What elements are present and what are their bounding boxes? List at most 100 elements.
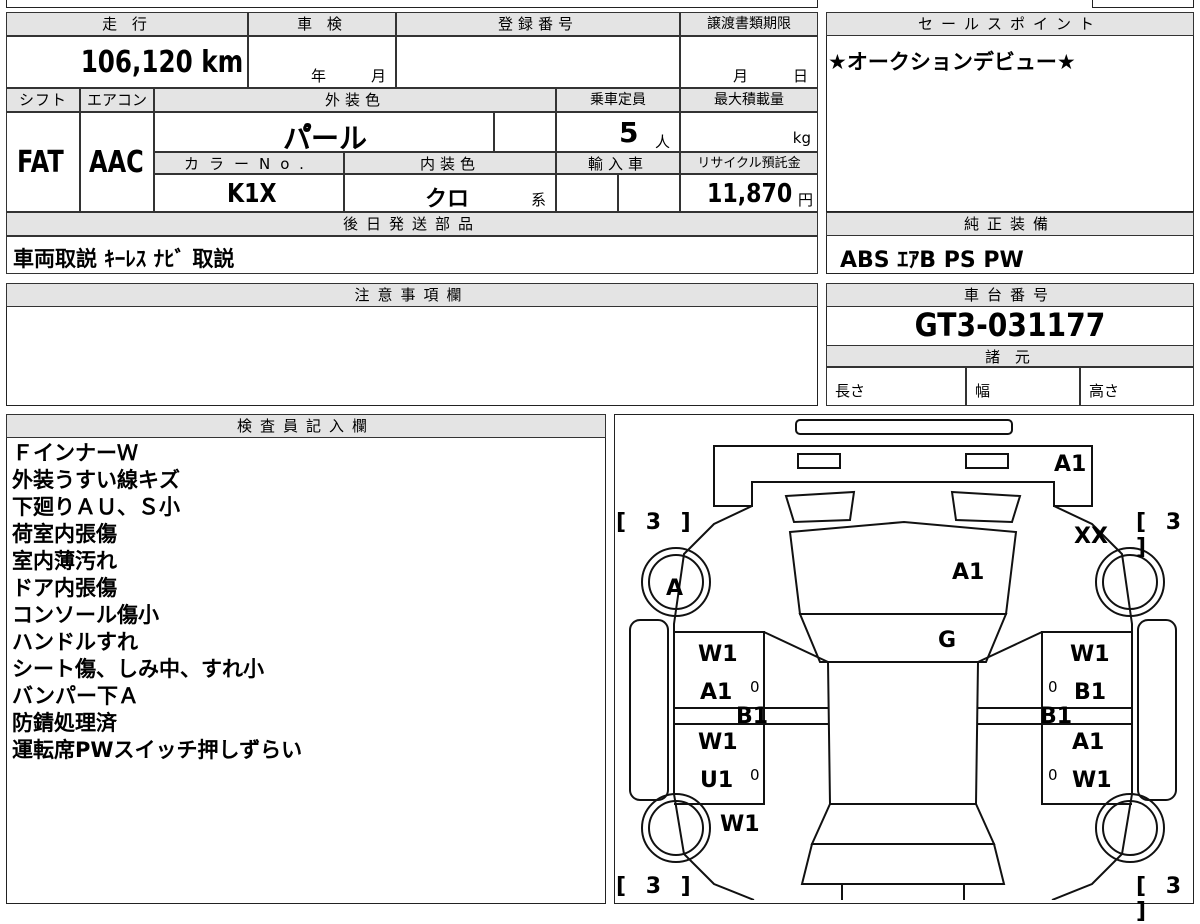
capacity-value: 5 [619, 116, 639, 149]
inspector-line: 運転席PWスイッチ押しずらい [12, 738, 303, 762]
color-no-cell: K1X [154, 174, 344, 212]
genuine-equipment-text: ABS ｴｱB PS PW [840, 248, 1024, 273]
exterior-color-cell: パ゚ール [154, 112, 494, 155]
chassis-value: GT3-031177 [914, 306, 1106, 344]
transfer-month-unit: 月 [733, 67, 749, 85]
mark-small-zero: 0 [1048, 678, 1058, 696]
aircon-cell: AAC [80, 112, 154, 212]
inspection-year-unit: 年 [311, 67, 327, 85]
chassis-header: 車台番号 [826, 283, 1194, 307]
capacity-unit: 人 [655, 133, 671, 151]
specs-height-label: 高さ [1089, 382, 1120, 400]
recycle-fee-cell: 11,870 円 [680, 174, 818, 212]
specs-length-cell: 長さ [826, 367, 966, 406]
later-parts-text: 車両取説 ｷｰﾚｽ ﾅﾋﾞ 取説 [13, 247, 235, 271]
tire-mark-rear-left: [ 3 ] [616, 874, 697, 899]
transfer-day-unit: 日 [793, 67, 809, 85]
mark-l-rdoor-top: W1 [698, 730, 738, 755]
mark-windshield: G [938, 628, 957, 653]
transfer-deadline-header: 譲渡書類期限 [680, 12, 818, 36]
inspection-header: 車 検 [248, 12, 396, 36]
tire-mark-front-right: [ 3 ] [1136, 510, 1188, 560]
interior-color-header: 内装色 [344, 152, 556, 174]
genuine-equipment-header: 純正装備 [826, 212, 1194, 236]
mark-r-rdoor-mid: W1 [1072, 768, 1112, 793]
mark-r-fender-top: W1 [1070, 642, 1110, 667]
color-no-header: カラーNo. [154, 152, 344, 174]
mark-small-zero: 0 [750, 678, 760, 696]
max-load-unit: kg [792, 129, 811, 147]
mark-l-rdoor-mid: U1 [700, 768, 734, 793]
inspector-line: ハンドルすれ [12, 630, 138, 654]
recycle-fee-unit: 円 [797, 191, 813, 209]
mark-front-bumper: A1 [1054, 452, 1087, 477]
mark-l-fender-top: W1 [698, 642, 738, 667]
specs-width-label: 幅 [975, 382, 991, 400]
interior-color-value: クロ [425, 187, 470, 212]
shift-cell: FAT [6, 112, 80, 212]
aircon-header: エアコン [80, 88, 154, 112]
mileage-value: 106,120 km [80, 45, 243, 80]
specs-length-label: 長さ [835, 382, 866, 400]
later-parts-cell: 車両取説 ｷｰﾚｽ ﾅﾋﾞ 取説 [6, 236, 818, 274]
import-cell-a [556, 174, 618, 212]
inspector-line: ドア内張傷 [12, 576, 117, 600]
recycle-fee-header: リサイクル預託金 [680, 152, 818, 174]
mark-r-fender-mid: B1 [1074, 680, 1107, 705]
capacity-header: 乗車定員 [556, 88, 680, 112]
mark-left-wheel-front: A [666, 576, 684, 601]
sales-point-header: セールスポイント [826, 12, 1194, 36]
mileage-cell: 106,120 km [6, 36, 248, 88]
mark-front-right: XX [1074, 524, 1108, 549]
mark-small-zero: 0 [750, 766, 760, 784]
shift-value: FAT [17, 145, 64, 180]
sales-point-text: ★オークションデビュー★ [828, 50, 1076, 74]
import-header: 輸入車 [556, 152, 680, 174]
aircon-value: AAC [89, 145, 144, 180]
mark-small-zero: 0 [1048, 766, 1058, 784]
mileage-header: 走 行 [6, 12, 248, 36]
inspector-line: 下廻りＡＵ、Ｓ小 [12, 495, 180, 519]
inspector-lines: ＦインナーＷ 外装うすい線キズ 下廻りＡＵ、Ｓ小 荷室内張傷 室内薄汚れ ドア内… [12, 440, 302, 764]
top-strip-right [1092, 0, 1194, 8]
inspector-line: 荷室内張傷 [12, 522, 117, 546]
tire-mark-rear-right: [ 3 ] [1136, 874, 1188, 924]
tire-mark-front-left: [ 3 ] [616, 510, 697, 535]
inspection-month-unit: 月 [371, 67, 387, 85]
notes-header: 注意事項欄 [6, 283, 818, 307]
mark-r-rdoor-top: A1 [1072, 730, 1105, 755]
mark-l-sill: B1 [736, 704, 769, 729]
max-load-header: 最大積載量 [680, 88, 818, 112]
mark-l-fender-mid: A1 [700, 680, 733, 705]
max-load-cell: kg [680, 112, 818, 152]
specs-header: 諸 元 [826, 345, 1194, 367]
mark-r-sill: B1 [1040, 704, 1073, 729]
inspector-line: バンパー下Ａ [12, 684, 140, 708]
capacity-cell: 5 人 [556, 112, 680, 152]
inspector-line: ＦインナーＷ [12, 441, 138, 465]
inspector-line: 防錆処理済 [12, 711, 117, 735]
inspector-line: シート傷、しみ中、すれ小 [12, 657, 264, 681]
exterior-color-header: 外装色 [154, 88, 556, 112]
later-parts-header: 後日発送部品 [6, 212, 818, 236]
recycle-fee-value: 11,870 [707, 179, 793, 209]
transfer-deadline-cell: 月 日 [680, 36, 818, 88]
inspector-line: 室内薄汚れ [12, 549, 117, 573]
mark-l-rear: W1 [720, 812, 760, 837]
exterior-color-value: パ゚ール [283, 122, 368, 155]
exterior-color-extra-cell [494, 112, 556, 152]
inspection-cell: 年 月 [248, 36, 396, 88]
inspector-header: 検査員記入欄 [6, 414, 606, 438]
inspector-line: コンソール傷小 [12, 603, 159, 627]
import-cell-b [618, 174, 680, 212]
shift-header: シフト [6, 88, 80, 112]
specs-height-cell: 高さ [1080, 367, 1194, 406]
interior-color-suffix: 系 [531, 191, 547, 209]
top-strip [6, 0, 818, 8]
mark-hood: A1 [952, 560, 985, 585]
color-no-value: K1X [227, 179, 277, 209]
specs-width-cell: 幅 [966, 367, 1080, 406]
registration-header: 登録番号 [396, 12, 680, 36]
inspector-line: 外装うすい線キズ [12, 468, 180, 492]
sales-point-box [826, 12, 1194, 212]
